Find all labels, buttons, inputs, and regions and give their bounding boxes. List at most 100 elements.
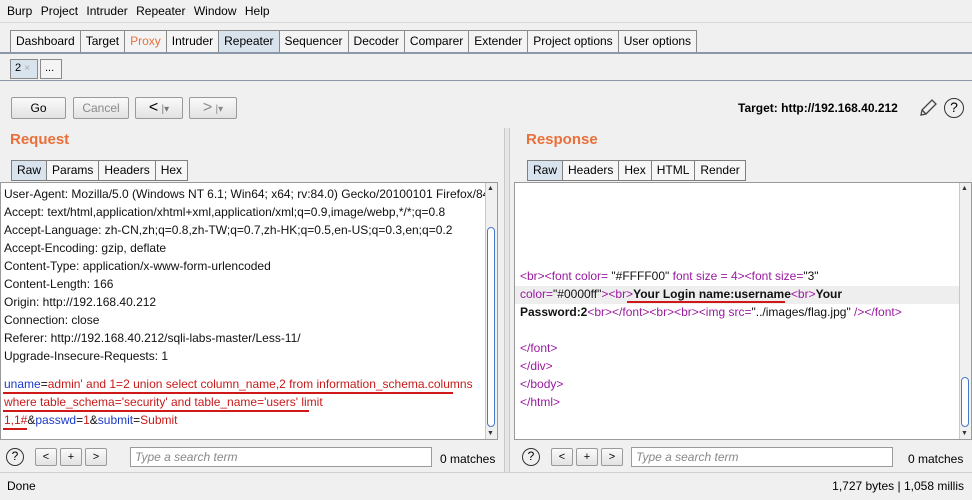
param-key-submit: submit (97, 413, 134, 427)
tab-user-options[interactable]: User options (617, 30, 698, 53)
search-next-button[interactable]: > (601, 448, 623, 466)
password-label-start: Your (815, 287, 843, 301)
close-icon[interactable]: × (24, 63, 30, 74)
search-help-icon[interactable]: ? (6, 448, 24, 466)
tab-proxy[interactable]: Proxy (124, 30, 166, 53)
menu-intruder[interactable]: Intruder (86, 0, 127, 18)
response-scrollbar[interactable]: ▲ ▼ (959, 183, 971, 439)
highlight-underline (627, 301, 785, 303)
equals-sign: = (40, 377, 48, 391)
request-tab-headers[interactable]: Headers (98, 160, 155, 181)
request-line: Accept: text/html,application/xhtml+xml,… (4, 205, 446, 219)
request-body-line-1: uname=admin' and 1=2 union select column… (4, 377, 473, 391)
param-key-passwd: passwd (35, 413, 77, 427)
highlight-underline (3, 428, 27, 430)
tab-target[interactable]: Target (79, 30, 125, 53)
menu-repeater[interactable]: Repeater (136, 0, 185, 18)
forward-button[interactable]: > |▾ (189, 97, 237, 119)
request-tab-hex[interactable]: Hex (154, 160, 189, 181)
response-tab-hex[interactable]: Hex (618, 160, 651, 181)
back-button[interactable]: < |▾ (135, 97, 183, 119)
forward-menu-icon: |▾ (215, 104, 224, 115)
param-value-uname-end: 1,1# (4, 413, 28, 427)
scroll-down-icon[interactable]: ▼ (961, 430, 968, 437)
help-icon[interactable]: ? (944, 98, 964, 118)
status-text: Done (7, 479, 36, 493)
request-scroll-thumb[interactable] (487, 227, 495, 427)
request-search-input[interactable] (131, 448, 431, 466)
repeater-tab-2[interactable]: 2 × (10, 59, 38, 79)
response-editor[interactable]: <br><font color= "#FFFF00" font size = 4… (514, 182, 972, 440)
html-tag: <br><font color= (520, 269, 612, 283)
menu-window[interactable]: Window (194, 0, 237, 18)
search-prev-button[interactable]: < (551, 448, 573, 466)
menu-bar: Burp Project Intruder Repeater Window He… (0, 0, 972, 23)
request-line: Referer: http://192.168.40.212/sqli-labs… (4, 331, 301, 345)
response-line: </body> (520, 377, 564, 391)
tab-repeater[interactable]: Repeater (218, 30, 279, 53)
html-tag: <br> (790, 287, 816, 301)
html-tag: <br></font><br><br><img src= (587, 305, 752, 319)
request-line: Origin: http://192.168.40.212 (4, 295, 157, 309)
highlight-underline (3, 410, 309, 412)
request-line: Upgrade-Insecure-Requests: 1 (4, 349, 169, 363)
request-tab-raw[interactable]: Raw (11, 160, 47, 181)
response-line: </html> (520, 395, 561, 409)
go-button[interactable]: Go (11, 97, 66, 119)
tab-dashboard[interactable]: Dashboard (10, 30, 80, 53)
menu-help[interactable]: Help (245, 0, 270, 18)
response-tab-html[interactable]: HTML (650, 160, 695, 181)
chevron-right-icon: > (202, 99, 213, 116)
menu-burp[interactable]: Burp (7, 0, 32, 18)
response-tab-raw[interactable]: Raw (527, 160, 563, 181)
request-line: Accept-Encoding: gzip, deflate (4, 241, 167, 255)
request-editor[interactable]: User-Agent: Mozilla/5.0 (Windows NT 6.1;… (0, 182, 498, 440)
response-scroll-thumb[interactable] (961, 377, 969, 427)
response-stats: 1,727 bytes | 1,058 millis (832, 479, 964, 493)
response-tab-render[interactable]: Render (694, 160, 746, 181)
tab-project-options[interactable]: Project options (527, 30, 618, 53)
attr-value: "#0000ff" (553, 287, 602, 301)
request-line: Connection: close (4, 313, 100, 327)
target-label: Target: http://192.168.40.212 (738, 101, 898, 115)
response-line-3: Password:2<br></font><br><br><img src=".… (520, 305, 902, 319)
response-search-bar: ? < + > 0 matches (514, 445, 972, 469)
request-scrollbar[interactable]: ▲ ▼ (485, 183, 497, 439)
scroll-down-icon[interactable]: ▼ (487, 430, 494, 437)
scroll-up-icon[interactable]: ▲ (961, 185, 968, 192)
response-line: </div> (520, 359, 553, 373)
tab-decoder[interactable]: Decoder (347, 30, 404, 53)
password-text: Password:2 (520, 305, 588, 319)
highlight-underline (3, 392, 453, 394)
search-prev-button[interactable]: < (35, 448, 57, 466)
tab-extender[interactable]: Extender (468, 30, 528, 53)
request-line: Content-Length: 166 (4, 277, 114, 291)
new-tab-button[interactable]: ... (40, 59, 62, 79)
request-tab-params[interactable]: Params (46, 160, 99, 181)
param-value-submit: Submit (140, 413, 178, 427)
param-value-uname-cont: where table_schema='security' and table_… (4, 395, 323, 409)
cancel-button[interactable]: Cancel (73, 97, 129, 119)
request-body-line-3: 1,1#&passwd=1&submit=Submit (4, 413, 178, 427)
html-tag: color= (520, 287, 554, 301)
search-add-button[interactable]: + (60, 448, 82, 466)
search-help-icon[interactable]: ? (522, 448, 540, 466)
search-add-button[interactable]: + (576, 448, 598, 466)
tab-intruder[interactable]: Intruder (165, 30, 219, 53)
split-pane-divider[interactable] (504, 128, 510, 473)
tab-comparer[interactable]: Comparer (403, 30, 469, 53)
html-tag: ><br> (601, 287, 634, 301)
response-title: Response (526, 131, 598, 148)
scroll-up-icon[interactable]: ▲ (487, 185, 494, 192)
response-line-2: color="#0000ff"><br>Your Login name:user… (520, 287, 842, 301)
search-next-button[interactable]: > (85, 448, 107, 466)
request-search-field (130, 447, 432, 467)
edit-target-pencil-icon[interactable] (918, 98, 938, 118)
menu-project[interactable]: Project (41, 0, 78, 18)
login-name-text: Your Login name:username (633, 287, 791, 301)
response-tab-headers[interactable]: Headers (562, 160, 619, 181)
chevron-left-icon: < (148, 99, 159, 116)
tab-sequencer[interactable]: Sequencer (278, 30, 348, 53)
response-search-input[interactable] (632, 448, 892, 466)
html-tag: /></font> (850, 305, 902, 319)
